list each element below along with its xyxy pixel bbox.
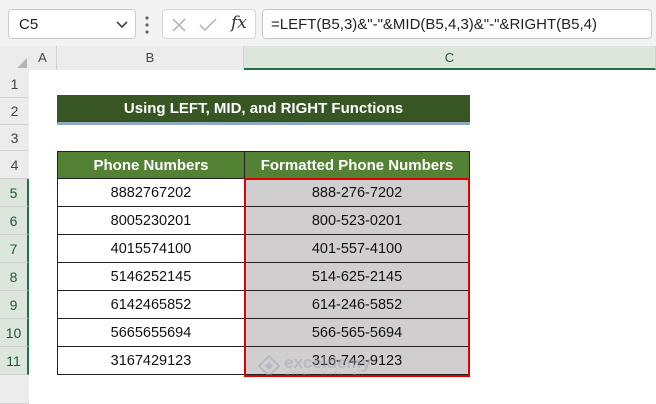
select-all-icon (17, 58, 27, 68)
row-header-10[interactable]: 10 (0, 319, 29, 347)
table-cell-formatted[interactable]: 401-557-4100 (244, 235, 470, 263)
row-header-11[interactable]: 11 (0, 347, 29, 375)
formula-input[interactable]: =LEFT(B5,3)&"-"&MID(B5,4,3)&"-"&RIGHT(B5… (262, 9, 652, 39)
name-box-value: C5 (19, 16, 39, 33)
enter-check-icon[interactable] (199, 17, 217, 33)
insert-function-button[interactable]: fx (231, 13, 247, 33)
row-header-6[interactable]: 6 (0, 207, 29, 235)
table-title[interactable]: Using LEFT, MID, and RIGHT Functions (57, 95, 470, 125)
table-cell-formatted[interactable]: 514-625-2145 (244, 263, 470, 291)
row-header-4[interactable]: 4 (0, 151, 29, 179)
formula-bar: C5 fx =LEFT(B5,3)&"-"&MID(B5,4,3)&"-"&RI… (0, 0, 656, 50)
column-header-c[interactable]: C (244, 46, 656, 70)
more-options-icon[interactable] (144, 14, 150, 36)
row-header-7[interactable]: 7 (0, 235, 29, 263)
row-header-5[interactable]: 5 (0, 179, 29, 207)
header-formatted-phone-numbers[interactable]: Formatted Phone Numbers (244, 151, 470, 179)
formula-buttons: fx (162, 9, 256, 39)
column-header-a[interactable]: A (29, 46, 57, 70)
row-header-9[interactable]: 9 (0, 291, 29, 319)
table-cell-phone[interactable]: 8005230201 (57, 207, 245, 235)
row-header-3[interactable]: 3 (0, 125, 29, 151)
exceldemy-watermark: exceldemy EXCEL · DATA · BI (258, 353, 408, 381)
table-cell-phone[interactable]: 5146252145 (57, 263, 245, 291)
watermark-tagline: EXCEL · DATA · BI (285, 372, 361, 379)
select-all-corner[interactable] (0, 46, 29, 70)
table-cell-phone[interactable]: 4015574100 (57, 235, 245, 263)
row-header-1[interactable]: 1 (0, 70, 29, 98)
table-cell-phone[interactable]: 8882767202 (57, 179, 245, 207)
table-cell-phone[interactable]: 5665655694 (57, 319, 245, 347)
formula-text: =LEFT(B5,3)&"-"&MID(B5,4,3)&"-"&RIGHT(B5… (271, 16, 597, 33)
table-cell-formatted[interactable]: 566-565-5694 (244, 319, 470, 347)
row-header-2[interactable]: 2 (0, 98, 29, 125)
table-cell-formatted[interactable]: 614-246-5852 (244, 291, 470, 319)
header-phone-numbers[interactable]: Phone Numbers (57, 151, 245, 179)
exceldemy-logo-icon (258, 355, 280, 377)
name-box[interactable]: C5 (8, 9, 136, 39)
row-header-8[interactable]: 8 (0, 263, 29, 291)
watermark-name: exceldemy (284, 353, 371, 372)
table-cell-phone[interactable]: 6142465852 (57, 291, 245, 319)
table-cell-formatted[interactable]: 800-523-0201 (244, 207, 470, 235)
row-header-12[interactable] (0, 375, 29, 404)
table-cell-phone[interactable]: 3167429123 (57, 347, 245, 375)
table-cell-formatted[interactable]: 888-276-7202 (244, 179, 470, 207)
cancel-icon[interactable] (171, 17, 187, 33)
chevron-down-icon[interactable] (115, 17, 129, 31)
column-header-b[interactable]: B (57, 46, 244, 70)
